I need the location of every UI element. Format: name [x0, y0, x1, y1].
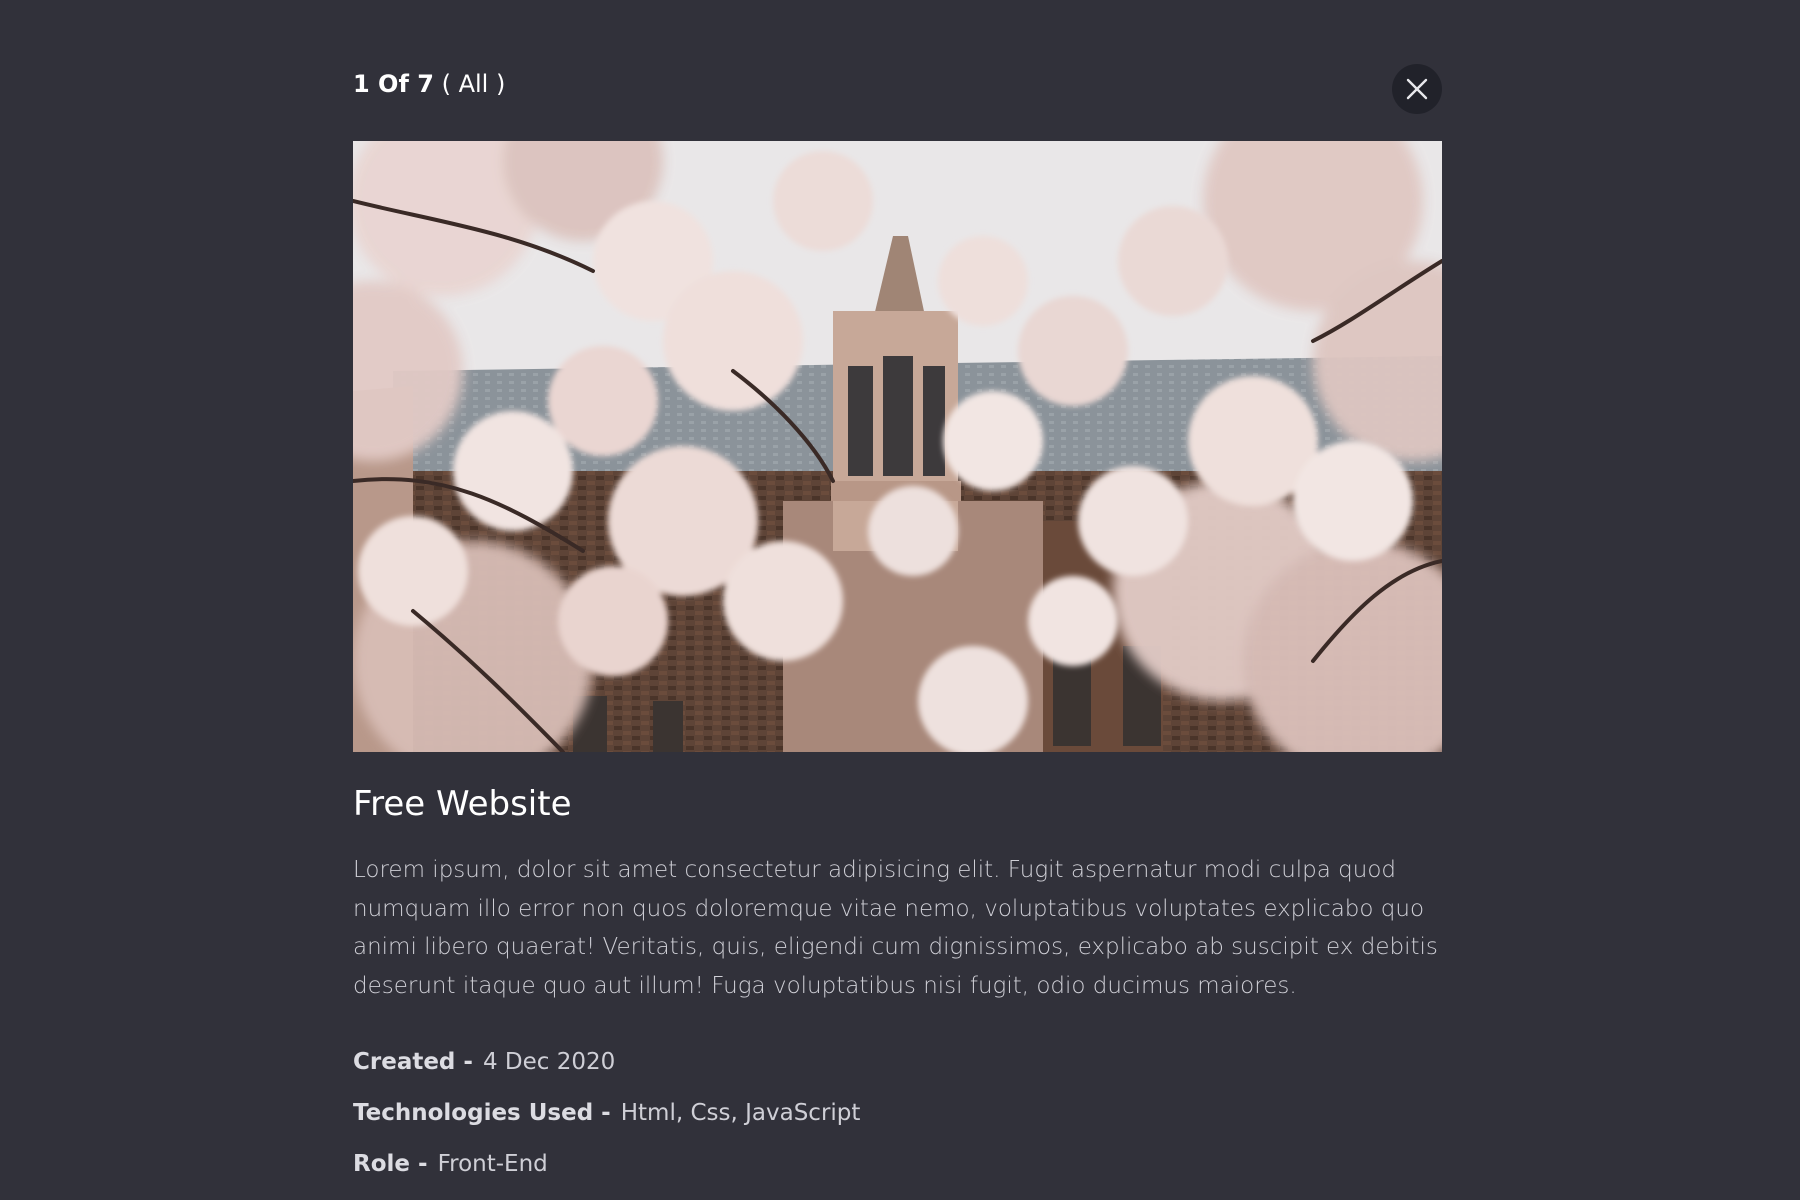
image-counter: 1 Of 7 ( All ) [353, 68, 505, 100]
meta-role-value: Front-End [437, 1151, 548, 1177]
counter-filter: ( All ) [441, 70, 506, 98]
meta-technologies: Technologies Used - Html, Css, JavaScript [353, 1096, 1442, 1130]
project-image [353, 141, 1442, 752]
project-description: Lorem ipsum, dolor sit amet consectetur … [353, 857, 1438, 999]
meta-tech-label: Technologies Used - [353, 1100, 611, 1126]
meta-role: Role - Front-End [353, 1147, 1442, 1181]
meta-tech-value: Html, Css, JavaScript [620, 1100, 861, 1126]
meta-created-label: Created - [353, 1049, 473, 1075]
project-photo [353, 141, 1442, 752]
counter-current: 1 Of 7 [353, 70, 434, 98]
meta-created-value: 4 Dec 2020 [482, 1049, 616, 1075]
close-icon [1406, 78, 1428, 100]
meta-created: Created - 4 Dec 2020 [353, 1045, 1442, 1079]
close-button[interactable] [1392, 64, 1442, 114]
project-lightbox: 1 Of 7 ( All ) Free Website Lorem ipsum,… [353, 0, 1442, 1200]
lightbox-header: 1 Of 7 ( All ) [353, 62, 1442, 122]
project-title: Free Website [353, 784, 572, 824]
meta-role-label: Role - [353, 1151, 428, 1177]
